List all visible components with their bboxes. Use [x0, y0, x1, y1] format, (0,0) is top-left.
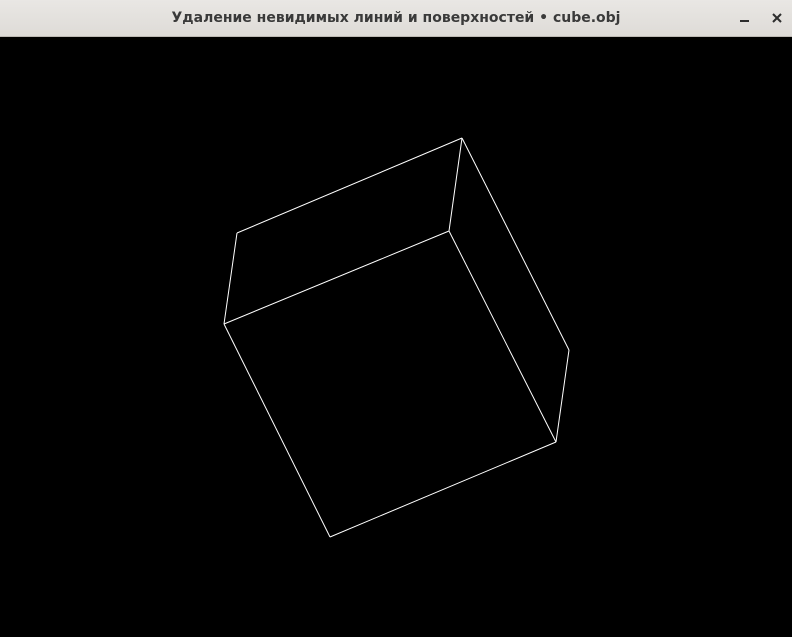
title-bar[interactable]: Удаление невидимых линий и поверхностей … [0, 0, 792, 37]
cube-edge [461, 137, 570, 351]
close-button[interactable] [767, 8, 787, 28]
cube-wireframe [223, 137, 570, 538]
cube-edge [236, 137, 463, 234]
close-icon [772, 13, 782, 23]
cube-edge [555, 349, 570, 443]
cube-edge [223, 230, 450, 325]
cube-edge [448, 137, 463, 232]
minimize-icon [740, 20, 749, 22]
render-viewport[interactable] [0, 37, 792, 637]
app-window: Удаление невидимых линий и поверхностей … [0, 0, 792, 637]
window-title: Удаление невидимых линий и поверхностей … [171, 10, 621, 26]
cube-edge [223, 323, 331, 538]
minimize-button[interactable] [734, 8, 754, 28]
cube-edge [448, 230, 557, 443]
cube-edge [329, 441, 557, 538]
cube-edge [223, 232, 238, 325]
